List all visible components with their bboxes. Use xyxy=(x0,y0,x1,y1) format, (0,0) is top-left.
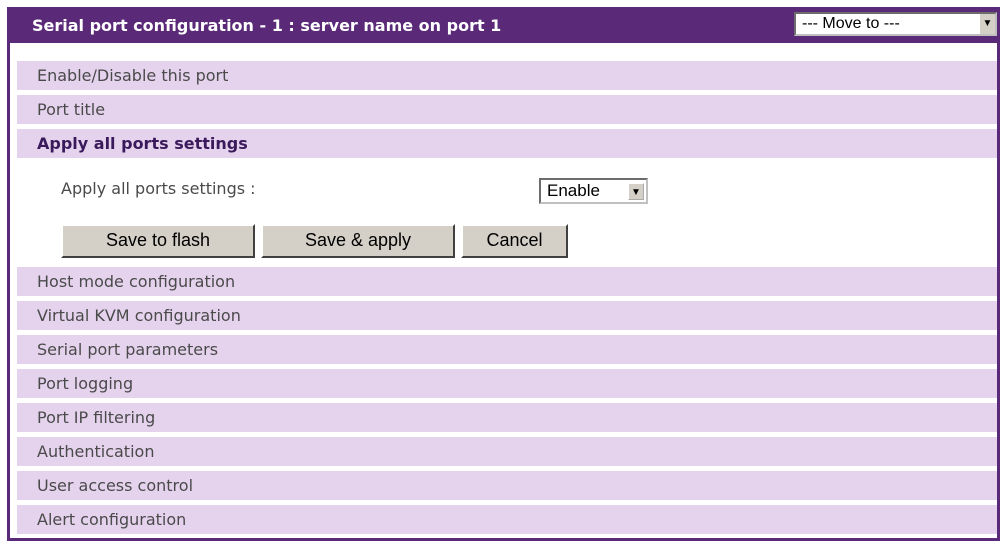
config-panel: Serial port configuration - 1 : server n… xyxy=(7,7,1000,541)
section-user-access-control[interactable]: User access control xyxy=(17,471,997,500)
apply-all-ports-value: Enable xyxy=(547,181,600,200)
section-serial-port-parameters[interactable]: Serial port parameters xyxy=(17,335,997,364)
section-virtual-kvm[interactable]: Virtual KVM configuration xyxy=(17,301,997,330)
move-to-select[interactable]: --- Move to --- ▼ xyxy=(794,12,997,36)
save-to-flash-button[interactable]: Save to flash xyxy=(61,224,255,258)
move-to-value: --- Move to --- xyxy=(802,15,900,32)
cancel-button[interactable]: Cancel xyxy=(461,224,568,258)
save-and-apply-button[interactable]: Save & apply xyxy=(261,224,455,258)
section-alert-configuration[interactable]: Alert configuration xyxy=(17,505,997,534)
chevron-down-icon[interactable]: ▼ xyxy=(628,183,644,200)
apply-all-ports-select[interactable]: Enable ▼ xyxy=(539,178,648,204)
page-title: Serial port configuration - 1 : server n… xyxy=(32,16,502,35)
panel-header: Serial port configuration - 1 : server n… xyxy=(10,7,997,43)
section-enable-disable-port[interactable]: Enable/Disable this port xyxy=(17,61,997,90)
section-host-mode[interactable]: Host mode configuration xyxy=(17,267,997,296)
section-authentication[interactable]: Authentication xyxy=(17,437,997,466)
apply-all-ports-label: Apply all ports settings : xyxy=(61,179,256,198)
chevron-down-icon[interactable]: ▼ xyxy=(979,14,995,34)
section-port-title[interactable]: Port title xyxy=(17,95,997,124)
section-port-ip-filtering[interactable]: Port IP filtering xyxy=(17,403,997,432)
section-apply-all-ports-settings[interactable]: Apply all ports settings xyxy=(17,129,997,158)
section-port-logging[interactable]: Port logging xyxy=(17,369,997,398)
